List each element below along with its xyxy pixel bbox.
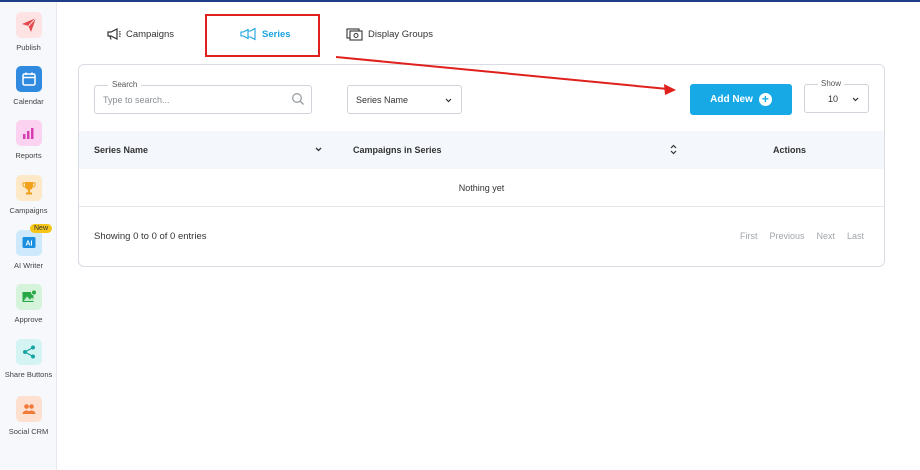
sidebar-item-share-buttons[interactable]: Share Buttons [0, 339, 57, 379]
chevron-down-icon [852, 97, 859, 102]
chevron-down-icon [445, 98, 452, 103]
pager-previous[interactable]: Previous [769, 231, 804, 241]
tab-series[interactable]: Series [240, 22, 291, 46]
tab-label: Series [262, 28, 291, 40]
tab-label: Display Groups [368, 28, 433, 40]
image-check-icon [15, 284, 42, 310]
search-field: Search [94, 80, 312, 114]
search-label: Search [108, 80, 142, 89]
search-input[interactable] [103, 92, 293, 108]
tab-display-groups[interactable]: Display Groups [346, 22, 433, 46]
empty-table-message: Nothing yet [79, 169, 884, 207]
calendar-icon [15, 66, 42, 92]
sort-desc-icon[interactable] [314, 145, 323, 154]
show-label: Show [818, 79, 845, 88]
display-groups-icon [346, 28, 363, 41]
svg-text:AI: AI [25, 241, 32, 248]
series-card: Search Series Name Add New + Show 10 Ser… [78, 64, 885, 267]
trophy-icon [15, 175, 42, 201]
sidebar-item-social-crm[interactable]: Social CRM [0, 396, 57, 436]
sort-both-icon[interactable] [669, 144, 678, 155]
page-size-select[interactable]: Show 10 [804, 79, 869, 113]
megaphone-icon [107, 28, 121, 40]
sort-by-value: Series Name [356, 94, 409, 105]
pagination: First Previous Next Last [740, 231, 864, 241]
sidebar-item-label: Publish [16, 43, 41, 52]
sidebar-item-reports[interactable]: Reports [0, 120, 57, 160]
add-new-label: Add New [710, 94, 753, 105]
sidebar-item-label: Reports [15, 151, 42, 160]
sidebar: Publish Calendar Reports Campaigns AI Ne… [0, 2, 57, 470]
page-size-value: 10 [828, 94, 839, 104]
sidebar-item-label: Campaigns [9, 206, 48, 215]
pager-last[interactable]: Last [847, 231, 864, 241]
column-header-series-name[interactable]: Series Name [94, 145, 148, 155]
table-header: Series Name Campaigns in Series Actions [79, 131, 884, 169]
ai-icon: AI [15, 230, 42, 256]
new-badge: New [30, 224, 53, 233]
tab-campaigns[interactable]: Campaigns [106, 22, 174, 46]
search-icon[interactable] [291, 92, 305, 106]
sidebar-item-label: Calendar [13, 97, 44, 106]
pager-first[interactable]: First [740, 231, 758, 241]
sort-by-select[interactable]: Series Name [347, 85, 462, 114]
sidebar-item-campaigns[interactable]: Campaigns [0, 175, 57, 215]
sidebar-item-calendar[interactable]: Calendar [0, 66, 57, 106]
sidebar-item-publish[interactable]: Publish [0, 12, 57, 52]
column-header-campaigns-in-series[interactable]: Campaigns in Series [353, 145, 442, 155]
sidebar-item-label: Share Buttons [4, 370, 53, 379]
sidebar-item-label: Approve [14, 315, 43, 324]
top-accent-line [0, 0, 920, 2]
sidebar-item-label: Social CRM [8, 427, 49, 436]
tab-label: Campaigns [126, 28, 175, 40]
column-header-actions: Actions [773, 145, 807, 155]
sidebar-item-ai-writer[interactable]: AI New AI Writer [0, 224, 57, 270]
bar-chart-icon [15, 120, 42, 146]
people-icon [15, 396, 42, 422]
pager-next[interactable]: Next [816, 231, 835, 241]
paper-plane-icon [15, 12, 42, 38]
share-icon [15, 339, 42, 365]
series-megaphones-icon [240, 27, 256, 41]
sidebar-item-label: AI Writer [13, 261, 44, 270]
entries-info: Showing 0 to 0 of 0 entries [94, 231, 207, 242]
sidebar-item-approve[interactable]: Approve [0, 284, 57, 324]
plus-icon: + [758, 93, 772, 106]
add-new-button[interactable]: Add New + [690, 84, 792, 115]
